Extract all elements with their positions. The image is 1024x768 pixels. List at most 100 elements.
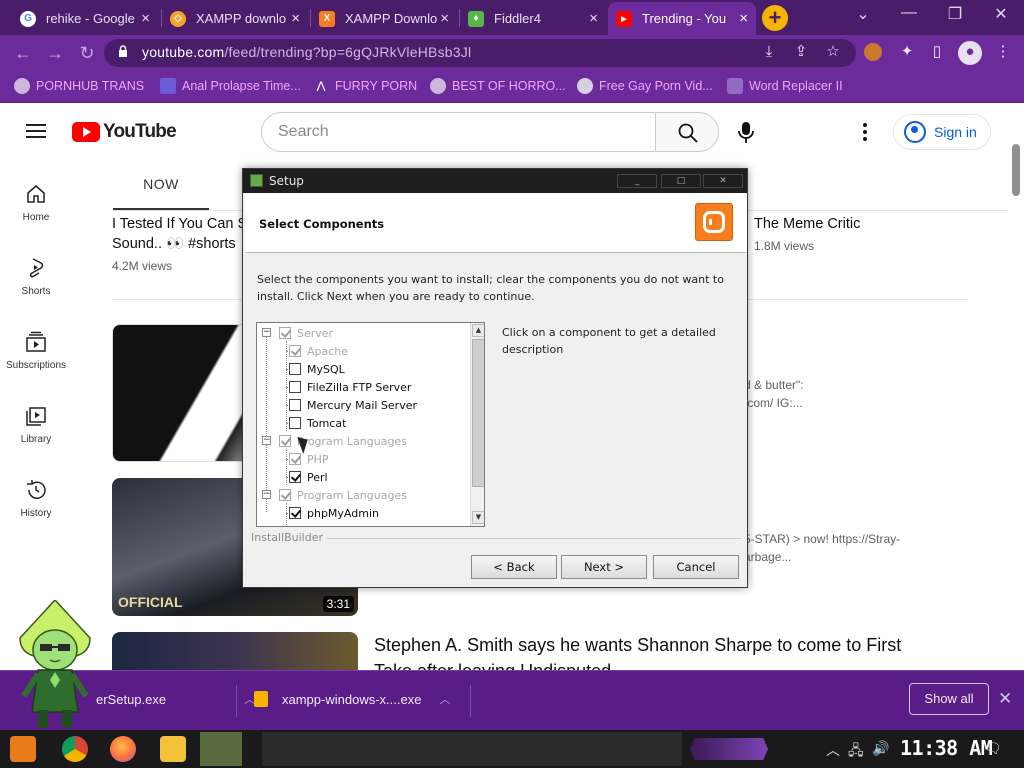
new-tab-button[interactable]: + <box>762 5 788 31</box>
youtube-logo[interactable]: YouTube <box>72 121 177 143</box>
chevron-up-icon[interactable]: ︿ <box>439 691 450 707</box>
start-menu-icon[interactable] <box>10 736 36 762</box>
chrome-icon[interactable] <box>62 736 88 762</box>
restore-button[interactable]: ❐ <box>932 4 978 24</box>
microphone-icon[interactable] <box>733 118 759 146</box>
extensions-puzzle-icon[interactable]: ✦ <box>896 41 918 63</box>
profile-avatar-icon[interactable]: ● <box>958 41 982 65</box>
scroll-up-arrow-icon[interactable]: ▲ <box>472 324 484 337</box>
component-server[interactable]: Server <box>279 324 333 342</box>
close-icon[interactable]: × <box>141 10 150 27</box>
collapse-icon[interactable]: − <box>262 436 271 445</box>
tree-scrollbar[interactable]: ▲ ▼ <box>470 323 484 526</box>
settings-more-icon[interactable] <box>860 120 870 144</box>
firefox-icon[interactable] <box>110 736 136 762</box>
component-tomcat[interactable]: Tomcat <box>289 414 346 432</box>
tab-trending-youtube[interactable]: ▶ Trending - You × <box>608 2 756 35</box>
show-all-button[interactable]: Show all <box>909 683 989 715</box>
close-icon[interactable]: × <box>739 10 748 27</box>
dialog-maximize-button[interactable]: □ <box>661 174 701 188</box>
search-button[interactable] <box>655 112 719 152</box>
share-icon[interactable]: ⇪ <box>790 41 812 63</box>
bookmark-item[interactable]: Λ FURRY PORN <box>313 78 417 94</box>
side-panel-icon[interactable]: ▯ <box>926 41 948 63</box>
tab-search-icon[interactable]: ⌄ <box>840 4 886 24</box>
bookmark-item[interactable]: Free Gay Porn Vid... <box>577 78 713 94</box>
dialog-minimize-button[interactable]: _ <box>617 174 657 188</box>
file-explorer-icon[interactable] <box>160 736 186 762</box>
cancel-button[interactable]: Cancel <box>653 555 739 579</box>
back-button[interactable]: < Back <box>471 555 557 579</box>
component-php[interactable]: PHP <box>289 450 329 468</box>
tab-google[interactable]: G rehike - Google × <box>12 2 158 35</box>
component-phpmyadmin[interactable]: phpMyAdmin <box>289 504 379 522</box>
taskbar-app-active[interactable] <box>200 732 242 766</box>
collapse-icon[interactable]: − <box>262 490 271 499</box>
bookmark-item[interactable]: Word Replacer II <box>727 78 843 94</box>
sidenav-history[interactable]: History <box>0 478 72 519</box>
tab-now[interactable]: NOW <box>113 164 209 210</box>
library-icon <box>26 407 46 426</box>
account-icon <box>904 121 926 143</box>
youtube-play-icon <box>72 122 100 142</box>
tab-fiddler[interactable]: ♦ Fiddler4 × <box>460 2 606 35</box>
globe-icon <box>14 78 30 94</box>
video-views: 4.2M views <box>112 259 173 273</box>
component-program-languages-2[interactable]: Program Languages <box>279 486 407 504</box>
component-mercury[interactable]: Mercury Mail Server <box>289 396 417 414</box>
address-bar[interactable]: youtube.com/feed/trending?bp=6gQJRkVleHB… <box>104 39 856 67</box>
bookmark-star-icon[interactable]: ☆ <box>822 41 844 63</box>
volume-icon[interactable]: 🔊 <box>872 740 889 757</box>
component-filezilla[interactable]: FileZilla FTP Server <box>289 378 411 396</box>
clock[interactable]: 11:38 AM <box>900 736 993 760</box>
bookmark-item[interactable]: PORNHUB TRANS <box>14 78 144 94</box>
sidenav-home[interactable]: Home <box>0 182 72 223</box>
bookmark-item[interactable]: BEST OF HORRO... <box>430 78 566 94</box>
component-perl[interactable]: Perl <box>289 468 328 486</box>
video-duration: 3:31 <box>322 596 354 612</box>
sign-in-button[interactable]: Sign in <box>893 114 991 150</box>
url-text: youtube.com/feed/trending?bp=6gQJRkVleHB… <box>142 44 472 60</box>
tab-xampp-download-2[interactable]: X XAMPP Downlo × <box>311 2 457 35</box>
sidenav-subscriptions[interactable]: Subscriptions <box>0 330 72 371</box>
close-icon[interactable]: ✕ <box>998 689 1012 709</box>
network-icon[interactable]: 🖧 <box>848 740 864 764</box>
scrollbar-thumb[interactable] <box>472 339 484 487</box>
reload-icon[interactable]: ↻ <box>76 42 98 64</box>
install-app-icon[interactable]: ⤓ <box>758 41 780 63</box>
sidenav-library[interactable]: Library <box>0 404 72 445</box>
search-input[interactable]: Search <box>261 112 656 152</box>
close-icon[interactable]: × <box>291 10 300 27</box>
extension-avatar-icon[interactable] <box>864 43 882 61</box>
component-tree[interactable]: − Server Apache MySQL FileZilla FTP Serv… <box>256 322 485 527</box>
close-icon[interactable]: × <box>589 10 598 27</box>
chevron-up-icon[interactable]: ︿ <box>826 740 840 760</box>
close-window-button[interactable]: ✕ <box>978 4 1024 24</box>
page-scrollbar[interactable] <box>1012 144 1020 196</box>
forward-arrow-icon[interactable]: → <box>44 42 66 64</box>
component-mysql[interactable]: MySQL <box>289 360 345 378</box>
download-item[interactable]: erSetup.exe ︿ <box>96 691 255 707</box>
video-thumbnail[interactable] <box>112 632 358 670</box>
download-item[interactable]: xampp-windows-x....exe ︿ <box>254 691 450 707</box>
video-title[interactable]: I Tested If You Can S Sound.. 👀 #shorts <box>112 214 247 254</box>
sidenav-shorts[interactable]: Shorts <box>0 256 72 297</box>
dialog-close-button[interactable]: ✕ <box>703 174 743 188</box>
google-icon: G <box>20 10 36 27</box>
next-button[interactable]: Next > <box>561 555 647 579</box>
minimize-button[interactable]: — <box>886 4 932 22</box>
menu-hamburger-icon[interactable] <box>26 124 46 138</box>
back-arrow-icon[interactable]: ← <box>12 42 34 64</box>
video-title[interactable]: Stephen A. Smith says he wants Shannon S… <box>374 632 901 670</box>
video-title[interactable]: The Meme Critic <box>754 214 860 234</box>
scroll-down-arrow-icon[interactable]: ▼ <box>472 511 484 524</box>
bookmark-item[interactable]: Anal Prolapse Time... <box>160 78 301 94</box>
notifications-icon[interactable]: 🗨 <box>984 740 1002 757</box>
close-icon[interactable]: × <box>440 10 449 27</box>
tab-xampp-download-1[interactable]: ◇ XAMPP downlo × <box>162 2 308 35</box>
component-apache[interactable]: Apache <box>289 342 348 360</box>
tab-title: XAMPP downlo <box>196 11 287 26</box>
collapse-icon[interactable]: − <box>262 328 271 337</box>
dialog-titlebar[interactable]: Setup _ □ ✕ <box>243 169 747 193</box>
browser-menu-icon[interactable]: ⋮ <box>992 41 1014 63</box>
